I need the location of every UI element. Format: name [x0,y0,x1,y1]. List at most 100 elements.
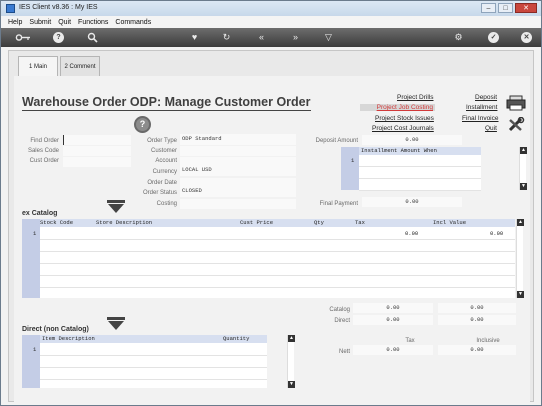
catalog-scrollbar[interactable]: ▲ ▼ [516,219,524,298]
nett-label: Nett [338,349,350,355]
deposit-amount-label: Deposit Amount [315,138,358,144]
close-icon[interactable]: ✕ [521,32,532,43]
menu-quit[interactable]: Quit [58,19,71,26]
refresh-icon[interactable]: ↻ [221,32,232,43]
catalog-total-incl: 0.00 [438,303,516,313]
project-stock-issues-link[interactable]: Project Stock Issues [375,115,434,122]
installment-grid-row-header [341,147,359,190]
col-tax: Tax [355,219,365,226]
catalog-total-label: Catalog [329,307,350,313]
catalog-row[interactable] [40,240,515,252]
quit-link[interactable]: Quit [485,125,497,132]
col-quantity: Quantity [223,335,250,342]
find-order-input[interactable] [63,135,131,145]
scroll-down-icon[interactable]: ▼ [517,291,524,298]
order-type-label: Order Type [147,138,177,144]
direct-row[interactable] [40,356,267,368]
tab-main[interactable]: 1 Main [18,56,58,77]
project-job-costing-link[interactable]: Project Job Costing [360,104,435,111]
expand-down-icon[interactable] [107,317,125,330]
catalog-row[interactable]: 0.00 0.00 [40,228,515,240]
catalog-row-tax: 0.00 [405,230,419,237]
check-icon[interactable]: ✓ [488,32,499,43]
help-circle-icon[interactable]: ? [134,116,151,133]
catalog-row[interactable] [40,288,515,300]
installment-grid-header: Installment Amount When [359,147,481,155]
installment-scrollbar[interactable]: ▲ ▼ [519,147,527,190]
col-item-description: Item Description [42,335,95,342]
scroll-down-icon[interactable]: ▼ [288,381,295,388]
customer-label: Customer [150,148,177,154]
menu-submit[interactable]: Submit [29,19,51,26]
menu-bar: Help Submit Quit Functions Commands [1,16,541,28]
minimize-button[interactable]: – [481,3,496,13]
currency-field[interactable]: LOCAL USD [180,165,296,176]
settings-icon[interactable]: ⚙ [453,32,464,43]
scroll-down-icon[interactable]: ▼ [520,183,527,190]
catalog-grid-row-header [22,219,40,298]
project-cost-journals-link[interactable]: Project Cost Journals [372,125,434,132]
order-status-field[interactable]: CLOSED [180,186,296,197]
deposit-link[interactable]: Deposit [475,94,497,101]
costing-field[interactable] [180,199,296,209]
maximize-button[interactable]: □ [498,3,513,13]
scroll-up-icon[interactable]: ▲ [517,219,524,226]
tools-icon[interactable] [507,116,525,135]
expand-down-icon[interactable] [107,200,125,213]
sales-code-input[interactable] [63,146,131,156]
catalog-total-tax: 0.00 [353,303,433,313]
tab-comment[interactable]: 2 Comment [60,56,100,76]
installment-row-number: 1 [351,157,355,164]
direct-grid-header: Item Description Quantity [40,335,267,343]
help-icon[interactable]: ? [53,32,64,43]
catalog-grid-header: Stock Code Store Description Cust Price … [40,219,515,227]
installment-row[interactable] [359,155,481,167]
direct-row-number: 1 [33,346,37,353]
direct-grid-row-header [22,335,40,388]
menu-functions[interactable]: Functions [78,19,108,26]
cust-order-input[interactable] [63,157,131,167]
heart-icon[interactable]: ♥ [189,32,200,43]
filter-icon[interactable]: ▽ [323,32,334,43]
printer-icon[interactable] [506,95,526,113]
window-controls: – □ ✕ [481,3,537,13]
scroll-up-icon[interactable]: ▲ [288,335,295,342]
order-date-label: Order Date [147,180,177,186]
order-status-label: Order Status [142,190,177,196]
catalog-grid: Stock Code Store Description Cust Price … [22,219,515,298]
installment-link[interactable]: Installment [466,104,497,111]
project-drills-link[interactable]: Project Drills [397,94,433,101]
fast-forward-icon[interactable]: » [290,32,301,43]
search-icon[interactable] [87,32,98,43]
final-invoice-link[interactable]: Final Invoice [462,115,499,122]
direct-row[interactable] [40,368,267,380]
direct-total-incl: 0.00 [438,315,516,325]
deposit-amount-field[interactable]: 0.00 [362,135,462,145]
nett-inclusive-header: Inclusive [476,338,500,344]
installment-row[interactable] [359,179,481,191]
window-title: IES Client v8.36 : My IES [19,4,98,11]
costing-label: Costing [156,201,177,207]
col-store-description: Store Description [96,219,153,226]
direct-scrollbar[interactable]: ▲ ▼ [287,335,295,388]
installment-row[interactable] [359,167,481,179]
col-cust-price: Cust Price [240,219,274,226]
close-window-button[interactable]: ✕ [515,3,537,13]
menu-help[interactable]: Help [8,19,22,26]
nett-incl: 0.00 [438,345,516,355]
sales-code-label: Sales Code [27,148,59,154]
catalog-row[interactable] [40,252,515,264]
final-payment-field[interactable]: 0.00 [362,197,462,207]
menu-commands[interactable]: Commands [115,19,151,26]
installment-grid: Installment Amount When 1 [341,147,481,191]
account-label: Account [155,158,177,164]
rewind-icon[interactable]: « [256,32,267,43]
scroll-up-icon[interactable]: ▲ [520,147,527,154]
catalog-row[interactable] [40,264,515,276]
key-icon[interactable] [15,32,31,43]
direct-row[interactable] [40,344,267,356]
order-type-field[interactable]: ODP Standard [180,134,296,145]
direct-total-label: Direct [334,318,350,324]
customer-field[interactable] [180,146,296,156]
catalog-row[interactable] [40,276,515,288]
